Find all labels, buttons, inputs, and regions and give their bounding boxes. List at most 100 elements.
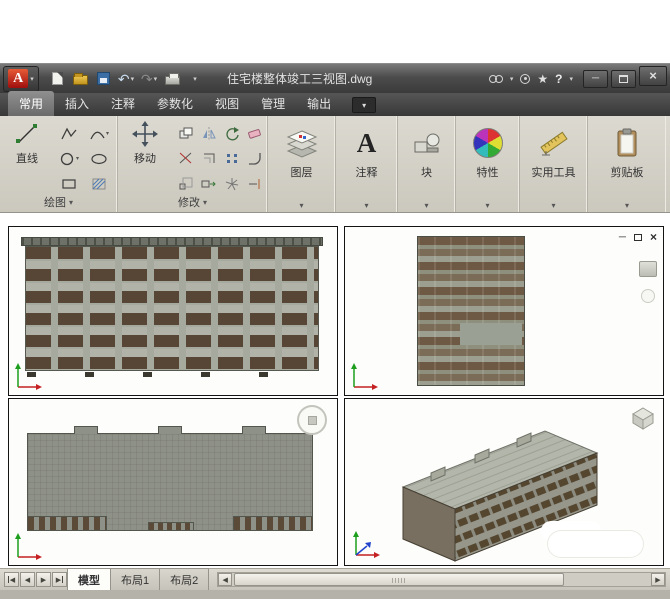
panel-clipboard-footer[interactable]: ▾ <box>588 201 666 210</box>
arc-icon <box>89 126 105 142</box>
mirror-button[interactable] <box>197 121 220 146</box>
tab-output[interactable]: 输出 <box>296 91 342 116</box>
help-icon[interactable]: ? <box>555 72 562 86</box>
navwheel-small-icon[interactable] <box>641 289 655 303</box>
erase-button[interactable] <box>243 121 266 146</box>
navwheel-icon[interactable] <box>297 405 327 435</box>
close-button[interactable]: × <box>639 66 667 86</box>
utilities-button[interactable]: 实用工具 <box>520 116 587 212</box>
clipboard-button[interactable]: 剪贴板 <box>588 116 666 212</box>
explode-button[interactable] <box>220 171 243 196</box>
drawing-canvas[interactable]: ─ × <box>0 213 670 568</box>
extend-icon <box>247 176 263 191</box>
favorites-star-icon[interactable]: ★ <box>537 72 548 86</box>
arc-button[interactable]: ▾ <box>84 121 114 146</box>
panel-layers-footer[interactable]: ▾ <box>268 201 335 210</box>
viewport-side-elevation[interactable]: ─ × <box>344 226 664 396</box>
move-tool-button[interactable]: 移动 <box>122 121 168 166</box>
polyline-icon <box>60 126 78 142</box>
panel-block-footer[interactable]: ▾ <box>398 201 455 210</box>
stretch-button[interactable] <box>197 171 220 196</box>
tab-insert[interactable]: 插入 <box>54 91 100 116</box>
doc-restore-icon[interactable] <box>634 234 642 241</box>
circle-button[interactable]: ▾ <box>54 146 84 171</box>
tab-layout2[interactable]: 布局2 <box>159 568 209 592</box>
properties-button[interactable]: 特性 <box>456 116 519 212</box>
ribbon-minimize-button[interactable]: ▾ <box>352 97 376 113</box>
move-icon <box>132 121 158 147</box>
help-caret-icon[interactable]: ▾ <box>569 75 573 83</box>
minimize-button[interactable]: ─ <box>583 70 608 88</box>
qat-caret-icon: ▾ <box>193 75 197 83</box>
tab-home[interactable]: 常用 <box>8 91 54 116</box>
rectangle-button[interactable] <box>54 171 84 196</box>
search-binoculars-icon[interactable] <box>489 75 503 83</box>
panel-draw-footer[interactable]: 绘图 ▾ <box>0 194 117 210</box>
fillet-icon <box>247 151 263 166</box>
undo-caret-icon: ▾ <box>131 75 135 83</box>
layers-button[interactable]: 图层 <box>268 116 335 212</box>
print-button[interactable] <box>162 69 182 89</box>
hatch-button[interactable] <box>84 171 114 196</box>
viewport-plan[interactable] <box>8 398 338 566</box>
copy-button[interactable] <box>174 121 197 146</box>
ellipse-icon <box>90 151 108 167</box>
panel-annotate-caret-icon: ▾ <box>364 201 368 210</box>
erase-icon <box>247 126 263 141</box>
viewcube-small-icon[interactable] <box>639 261 657 277</box>
viewport-3d-isometric[interactable] <box>344 398 664 566</box>
communication-center-icon[interactable] <box>520 74 530 84</box>
panel-utilities-footer[interactable]: ▾ <box>520 201 587 210</box>
next-layout-button[interactable]: ▶ <box>36 572 51 587</box>
tab-parametric[interactable]: 参数化 <box>146 91 204 116</box>
ellipse-button[interactable] <box>84 146 114 171</box>
layers-label: 图层 <box>291 164 313 180</box>
trim-button[interactable] <box>174 146 197 171</box>
redo-button[interactable]: ↷▾ <box>139 69 159 89</box>
maximize-button[interactable] <box>611 70 636 88</box>
tab-view[interactable]: 视图 <box>204 91 250 116</box>
rotate-button[interactable] <box>220 121 243 146</box>
new-file-button[interactable] <box>47 69 67 89</box>
viewport-front-elevation[interactable] <box>8 226 338 396</box>
panel-modify-footer[interactable]: 修改 ▾ <box>118 194 267 210</box>
color-wheel-icon <box>473 128 503 158</box>
panel-annotate-footer[interactable]: ▾ <box>336 201 397 210</box>
viewcube-icon[interactable] <box>631 406 655 430</box>
search-caret-icon[interactable]: ▾ <box>510 75 514 83</box>
open-file-button[interactable] <box>70 69 90 89</box>
panel-utilities-caret-icon: ▾ <box>551 201 555 210</box>
horizontal-scrollbar[interactable]: ◀ ▶ <box>217 572 666 587</box>
doc-close-icon[interactable]: × <box>650 230 657 244</box>
annotate-button[interactable]: A 注释 <box>336 116 397 212</box>
panel-properties-footer[interactable]: ▾ <box>456 201 519 210</box>
fillet-button[interactable] <box>243 146 266 171</box>
circle-caret-icon: ▾ <box>76 155 79 162</box>
utilities-label: 实用工具 <box>532 164 576 180</box>
app-menu-button[interactable]: A ▾ <box>3 66 39 92</box>
last-layout-button[interactable]: ▶ <box>52 572 67 587</box>
tab-manage[interactable]: 管理 <box>250 91 296 116</box>
doc-minimize-icon[interactable]: ─ <box>619 232 626 243</box>
scrollbar-thumb[interactable] <box>234 573 564 586</box>
qat-customize-button[interactable]: ▾ <box>185 69 205 89</box>
polyline-button[interactable] <box>54 121 84 146</box>
array-button[interactable] <box>220 146 243 171</box>
extend-button[interactable] <box>243 171 266 196</box>
tab-layout1[interactable]: 布局1 <box>110 568 160 592</box>
tab-annotate[interactable]: 注释 <box>100 91 146 116</box>
scroll-left-button[interactable]: ◀ <box>218 573 232 586</box>
ucs-icon <box>14 531 44 561</box>
panel-draw: 直线 ▾ ▾ 绘图 ▾ <box>0 116 118 212</box>
offset-button[interactable] <box>197 146 220 171</box>
tab-model[interactable]: 模型 <box>67 568 111 592</box>
prev-layout-button[interactable]: ◀ <box>20 572 35 587</box>
undo-button[interactable]: ↶▾ <box>116 69 136 89</box>
first-layout-button[interactable]: ◀ <box>4 572 19 587</box>
line-tool-button[interactable]: 直线 <box>4 121 50 166</box>
scale-button[interactable] <box>174 171 197 196</box>
scroll-right-button[interactable]: ▶ <box>651 573 665 586</box>
block-button[interactable]: 块 <box>398 116 455 212</box>
building-side-elevation <box>417 236 525 386</box>
save-button[interactable] <box>93 69 113 89</box>
